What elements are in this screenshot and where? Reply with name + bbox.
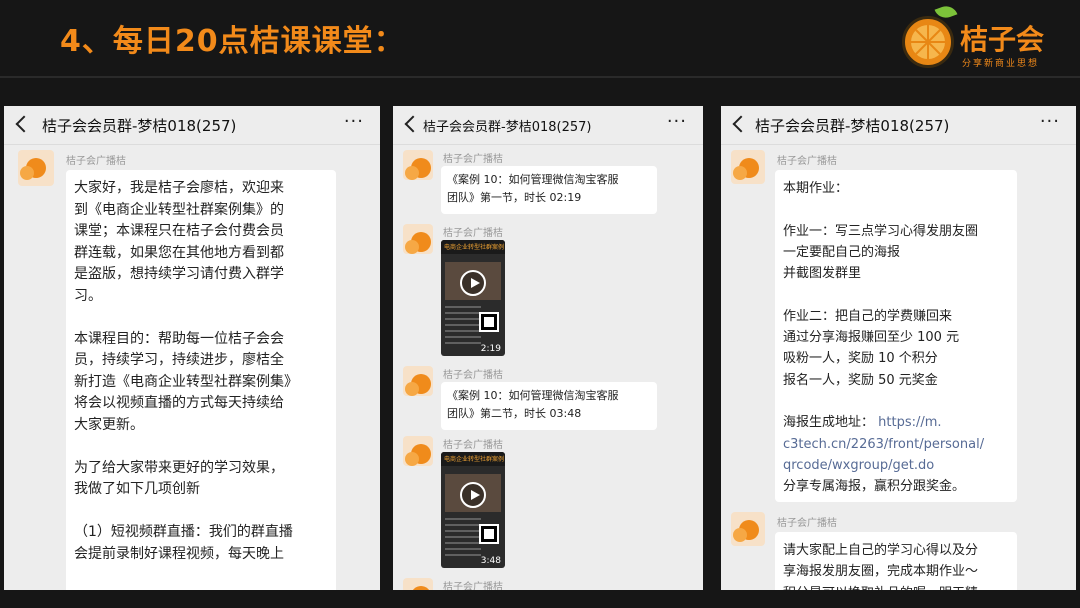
sender-name: 桔子会广播桔 — [443, 154, 503, 165]
message-text: 本期作业： 作业一：写三点学习心得发朋友圈 一定要配自己的海报 并截图发群里 作… — [783, 181, 979, 431]
chat-panel-right: 桔子会会员群-梦桔018(257) ··· 桔子会广播桔 本期作业： 作业一：写… — [721, 106, 1076, 590]
sender-name: 桔子会广播桔 — [777, 156, 837, 167]
chat-title: 桔子会会员群-梦桔018(257) — [42, 117, 237, 135]
message-bubble[interactable]: 大家好，我是桔子会廖桔，欢迎来 到《电商企业转型社群案例集》的 课堂；本课程只在… — [66, 170, 336, 590]
brand-name: 桔子会 — [960, 23, 1045, 56]
qr-code-icon — [479, 312, 499, 332]
chevron-left-icon[interactable] — [732, 115, 750, 133]
message-bubble[interactable]: 《案例 10：如何管理微信淘宝客服 团队》第一节，时长 02:19 — [441, 166, 657, 214]
chat-title: 桔子会会员群-梦桔018(257) — [755, 117, 950, 135]
orange-slice-logo-icon — [902, 16, 954, 68]
message-bubble[interactable]: 《案例 10：如何管理微信淘宝客服 团队》第二节，时长 03:48 — [441, 382, 657, 430]
avatar[interactable] — [731, 512, 765, 546]
ellipsis-icon[interactable]: ··· — [667, 111, 687, 132]
sender-name: 桔子会广播桔 — [443, 440, 503, 451]
chat-header: 桔子会会员群-梦桔018(257) ··· — [721, 106, 1076, 145]
avatar[interactable] — [18, 150, 54, 186]
message-bubble[interactable]: 本期作业： 作业一：写三点学习心得发朋友圈 一定要配自己的海报 并截图发群里 作… — [775, 170, 1017, 502]
brand-logo: 桔子会 分享新商业思想 — [902, 2, 1062, 72]
chat-header: 桔子会会员群-梦桔018(257) ··· — [4, 106, 380, 145]
video-duration: 3:48 — [480, 556, 501, 566]
avatar[interactable] — [403, 578, 433, 590]
chat-message: 桔子会广播桔 《案例 10：如何管理微信淘宝客服 团队》第一节，时长 02:19 — [403, 150, 693, 216]
chat-message: 桔子会广播桔 电商企业转型社群案例 3:48 — [403, 436, 693, 572]
avatar[interactable] — [731, 150, 765, 184]
video-heading: 电商企业转型社群案例 — [444, 456, 505, 463]
chat-header: 桔子会会员群-梦桔018(257) ··· — [393, 106, 703, 145]
ellipsis-icon[interactable]: ··· — [1040, 111, 1060, 132]
message-bubble[interactable]: 请大家配上自己的学习心得以及分 享海报发朋友圈，完成本期作业～ 积分是可以换取礼… — [775, 532, 1017, 590]
video-message[interactable]: 电商企业转型社群案例 3:48 — [441, 452, 505, 568]
chat-message: 桔子会广播桔 — [403, 578, 693, 590]
header-divider — [0, 76, 1080, 78]
ellipsis-icon[interactable]: ··· — [344, 111, 364, 132]
slide-title: 4、每日20点桔课课堂： — [60, 24, 405, 59]
avatar[interactable] — [403, 366, 433, 396]
avatar[interactable] — [403, 150, 433, 180]
video-duration: 2:19 — [480, 344, 501, 354]
video-heading: 电商企业转型社群案例 — [444, 244, 505, 251]
video-message[interactable]: 电商企业转型社群案例 2:19 — [441, 240, 505, 356]
play-icon[interactable] — [460, 270, 486, 296]
brand-slogan: 分享新商业思想 — [962, 59, 1040, 69]
sender-name: 桔子会广播桔 — [777, 518, 837, 529]
sender-name: 桔子会广播桔 — [443, 582, 503, 590]
sender-name: 桔子会广播桔 — [66, 156, 126, 167]
chat-title: 桔子会会员群-梦桔018(257) — [423, 120, 592, 135]
avatar[interactable] — [403, 436, 433, 466]
chat-message: 桔子会广播桔 电商企业转型社群案例 2:19 — [403, 224, 693, 360]
chevron-left-icon[interactable] — [404, 115, 422, 133]
sender-name: 桔子会广播桔 — [443, 228, 503, 239]
chevron-left-icon[interactable] — [15, 115, 33, 133]
play-icon[interactable] — [460, 482, 486, 508]
chat-message: 桔子会广播桔 请大家配上自己的学习心得以及分 享海报发朋友圈，完成本期作业～ 积… — [731, 512, 1071, 590]
avatar[interactable] — [403, 224, 433, 254]
chat-panel-middle: 桔子会会员群-梦桔018(257) ··· 桔子会广播桔 《案例 10：如何管理… — [393, 106, 703, 590]
chat-message: 桔子会广播桔 本期作业： 作业一：写三点学习心得发朋友圈 一定要配自己的海报 并… — [731, 150, 1071, 502]
qr-code-icon — [479, 524, 499, 544]
chat-panel-left: 桔子会会员群-梦桔018(257) ··· 桔子会广播桔 大家好，我是桔子会廖桔… — [4, 106, 380, 590]
chat-message: 桔子会广播桔 《案例 10：如何管理微信淘宝客服 团队》第二节，时长 03:48 — [403, 366, 693, 432]
chat-message: 桔子会广播桔 大家好，我是桔子会廖桔，欢迎来 到《电商企业转型社群案例集》的 课… — [18, 150, 372, 590]
message-text: 分享专属海报，赢积分跟奖金。 — [783, 479, 966, 495]
sender-name: 桔子会广播桔 — [443, 370, 503, 381]
